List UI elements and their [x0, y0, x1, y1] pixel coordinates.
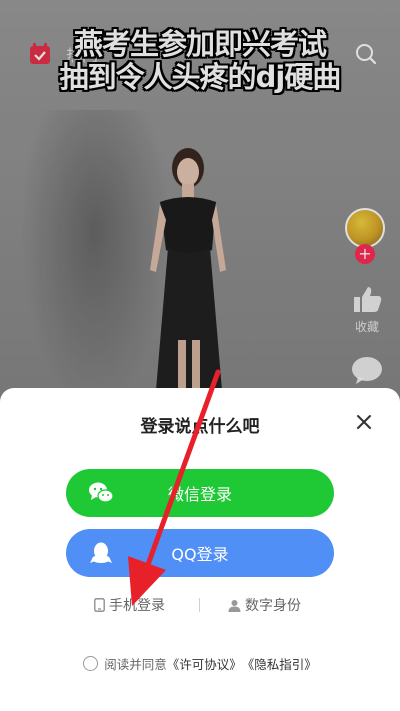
phone-login-label: 手机登录 [109, 598, 165, 614]
privacy-guide-link[interactable]: 《隐私指引》 [242, 654, 317, 673]
wechat-login-button[interactable]: 微信登录 [66, 469, 334, 517]
phone-login-link[interactable]: 手机登录 [94, 593, 165, 617]
divider [199, 598, 200, 612]
close-icon[interactable] [352, 410, 376, 434]
phone-icon [94, 598, 105, 612]
login-sheet: 登录说点什么吧 微信登录 QQ登录 手机登录 数字身份 阅读并同意 《许可协议》… [0, 388, 400, 711]
digital-id-login-link[interactable]: 数字身份 [228, 593, 301, 617]
agreement-row: 阅读并同意 《许可协议》 《隐私指引》 [0, 653, 400, 673]
digital-id-label: 数字身份 [245, 598, 301, 614]
wechat-login-label: 微信登录 [167, 485, 232, 504]
wechat-icon [89, 482, 114, 503]
person-icon [228, 599, 241, 612]
agree-prefix: 阅读并同意 [104, 656, 167, 672]
qq-login-button[interactable]: QQ登录 [66, 529, 334, 577]
qq-login-label: QQ登录 [171, 545, 229, 564]
alternate-login-row: 手机登录 数字身份 [0, 593, 400, 617]
agree-checkbox[interactable] [83, 655, 99, 671]
license-agreement-link[interactable]: 《许可协议》 [167, 654, 242, 673]
qq-icon [90, 542, 112, 563]
sheet-title: 登录说点什么吧 [140, 417, 260, 437]
